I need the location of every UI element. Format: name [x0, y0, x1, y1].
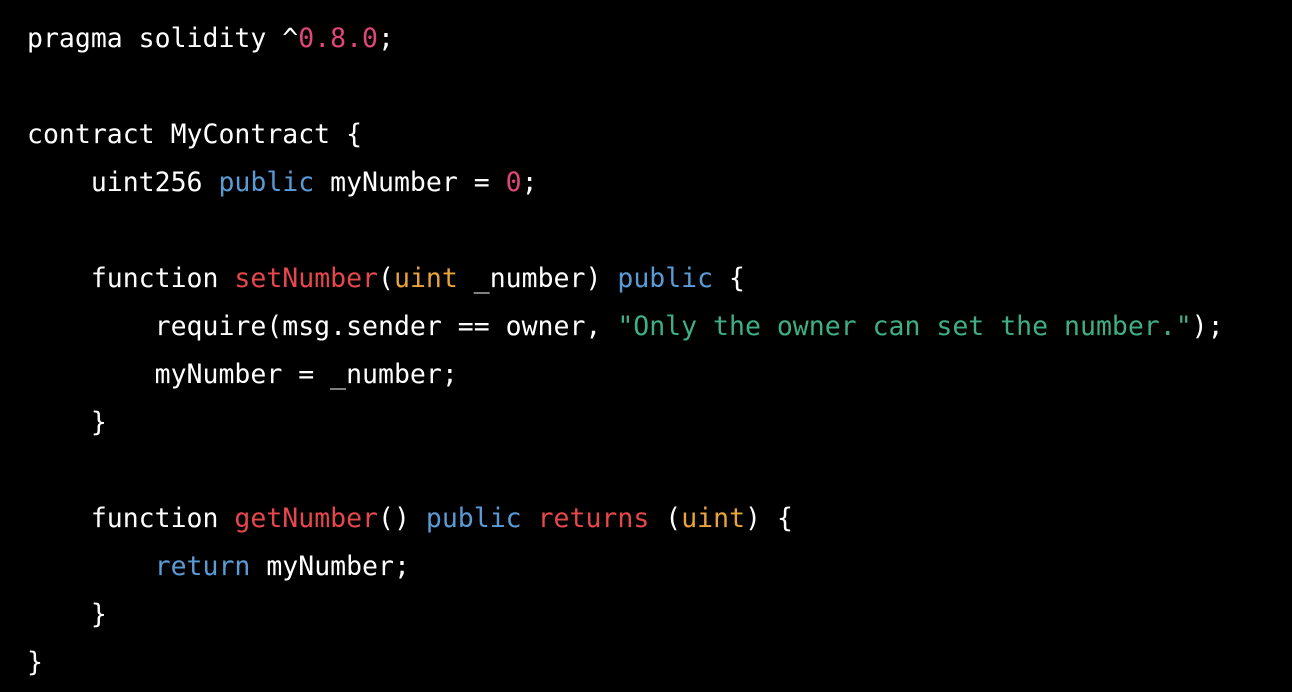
code-view[interactable]: pragma solidity ^0.8.0; contract MyContr… — [27, 15, 1289, 687]
code-token: ); — [1191, 311, 1224, 342]
code-token: public — [425, 503, 522, 534]
code-token: ; — [378, 23, 394, 54]
code-token: function — [27, 263, 235, 294]
code-token: } — [27, 407, 107, 438]
code-line: return myNumber; — [27, 543, 1289, 591]
code-token: 0.8.0 — [298, 23, 379, 54]
code-token: require(msg.sender == owner, — [27, 311, 618, 342]
code-line: } — [27, 639, 1289, 687]
code-token: ( — [378, 263, 394, 294]
code-token: setNumber — [234, 263, 379, 294]
code-token: { — [713, 263, 746, 294]
code-token: "Only the owner can set the number." — [617, 311, 1192, 342]
code-token: uint — [393, 263, 458, 294]
code-line: pragma solidity ^0.8.0; — [27, 15, 1289, 63]
code-token: returns — [537, 503, 650, 534]
code-token: contract MyContract { — [27, 119, 363, 150]
code-token: return — [154, 551, 251, 582]
code-line: function setNumber(uint _number) public … — [27, 255, 1289, 303]
code-token: uint — [681, 503, 746, 534]
code-token: ; — [521, 167, 538, 198]
code-line: function getNumber() public returns (uin… — [27, 495, 1289, 543]
code-token: myNumber = — [314, 167, 506, 198]
code-line: } — [27, 399, 1289, 447]
code-token: } — [27, 647, 43, 678]
code-token: ) { — [745, 503, 793, 534]
code-token: myNumber = _number; — [27, 359, 458, 390]
code-token: public — [218, 167, 315, 198]
code-token: getNumber — [234, 503, 379, 534]
code-line: } — [27, 591, 1289, 639]
code-token: _number) — [457, 263, 618, 294]
code-line: contract MyContract { — [27, 111, 1289, 159]
code-token: public — [617, 263, 714, 294]
code-token: ( — [649, 503, 682, 534]
code-line: uint256 public myNumber = 0; — [27, 159, 1289, 207]
code-token: uint256 — [27, 167, 219, 198]
code-token: 0 — [505, 167, 522, 198]
code-token: function — [27, 503, 235, 534]
code-token: myNumber; — [250, 551, 410, 582]
code-token: pragma solidity ^ — [27, 23, 299, 54]
code-line: myNumber = _number; — [27, 351, 1289, 399]
code-token: () — [378, 503, 426, 534]
code-token: } — [27, 599, 107, 630]
code-line: require(msg.sender == owner, "Only the o… — [27, 303, 1289, 351]
